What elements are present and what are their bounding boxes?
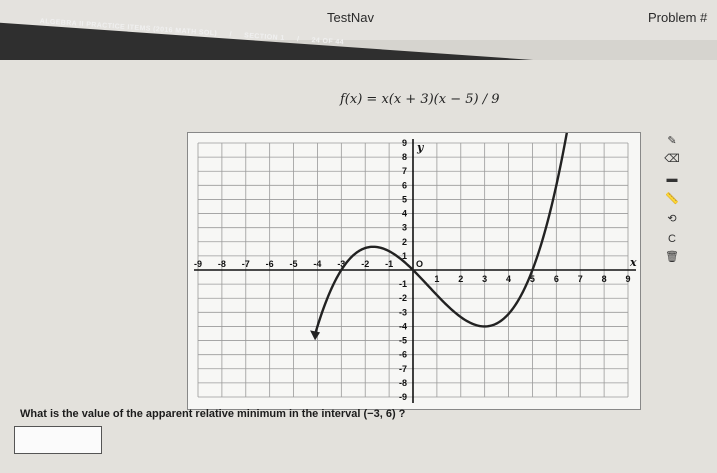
highlight-icon[interactable]: ▬ [660, 172, 684, 186]
x-tick-label: 7 [578, 274, 583, 284]
problem-label: Problem # [648, 10, 708, 25]
x-axis-label: x [629, 256, 637, 269]
x-tick-label: 4 [506, 274, 511, 284]
y-tick-label: 8 [402, 152, 407, 162]
reset-icon[interactable]: C [660, 232, 684, 246]
x-tick-label: 1 [434, 274, 439, 284]
trash-icon[interactable]: 🗑 [660, 250, 684, 264]
rotate-icon[interactable]: ⟲ [660, 212, 684, 226]
y-tick-label: 5 [402, 194, 407, 204]
question-text: What is the value of the apparent relati… [20, 408, 406, 420]
x-tick-label: -5 [290, 259, 298, 269]
y-tick-label: 3 [402, 223, 407, 233]
function-definition: f(x) = x(x + 3)(x − 5) / 9 [340, 92, 500, 107]
x-tick-label: 9 [625, 274, 630, 284]
y-tick-label: 2 [402, 237, 407, 247]
x-tick-label: -7 [242, 259, 250, 269]
function-curve [313, 133, 569, 335]
y-tick-label: -8 [399, 378, 407, 388]
x-tick-label: 3 [482, 274, 487, 284]
y-tick-label: -4 [399, 321, 407, 331]
graph-panel: -9 -8 -7 -6 -5 -4 -3 -2 -1 1 2 3 4 5 6 7 8 9 9 8 7 6 5 4 3 2 1 -1 -2… [187, 132, 641, 410]
x-tick-label: -4 [313, 259, 321, 269]
y-tick-label: 4 [402, 209, 407, 219]
y-tick-label: -3 [399, 307, 407, 317]
function-graph: -9 -8 -7 -6 -5 -4 -3 -2 -11 2 3 4 5 6 7 8 9987654321-1-2… [194, 133, 637, 403]
curve-arrow-left [310, 330, 321, 341]
x-tick-label: -1 [385, 259, 393, 269]
y-tick-label: -5 [399, 336, 407, 346]
x-tick-label: 8 [602, 274, 607, 284]
answer-input[interactable] [14, 426, 102, 454]
eraser-icon[interactable]: ⌫ [660, 152, 684, 166]
x-tick-label: -8 [218, 259, 226, 269]
y-tick-label: -7 [399, 364, 407, 374]
y-tick-label: -9 [399, 392, 407, 402]
x-tick-label: 6 [554, 274, 559, 284]
y-tick-label: -1 [399, 279, 407, 289]
breadcrumb-separator: / [296, 35, 300, 44]
pencil-icon[interactable]: ✎ [660, 134, 684, 148]
y-tick-label: 6 [402, 180, 407, 190]
breadcrumb-separator: / [229, 31, 233, 39]
x-tick-label: -6 [266, 259, 274, 269]
x-tick-label: -9 [194, 259, 202, 269]
y-tick-label: 7 [402, 166, 407, 176]
app-title: TestNav [327, 10, 374, 25]
x-tick-label: 2 [458, 274, 463, 284]
y-tick-label: -6 [399, 350, 407, 360]
y-tick-label: 9 [402, 138, 407, 148]
x-tick-label: -2 [361, 259, 369, 269]
toolbar: ✎ ⌫ ▬ 📏 ⟲ C 🗑 [640, 134, 696, 264]
y-tick-label: -2 [399, 293, 407, 303]
origin-label: O [416, 259, 423, 269]
ruler-icon[interactable]: 📏 [660, 192, 684, 206]
